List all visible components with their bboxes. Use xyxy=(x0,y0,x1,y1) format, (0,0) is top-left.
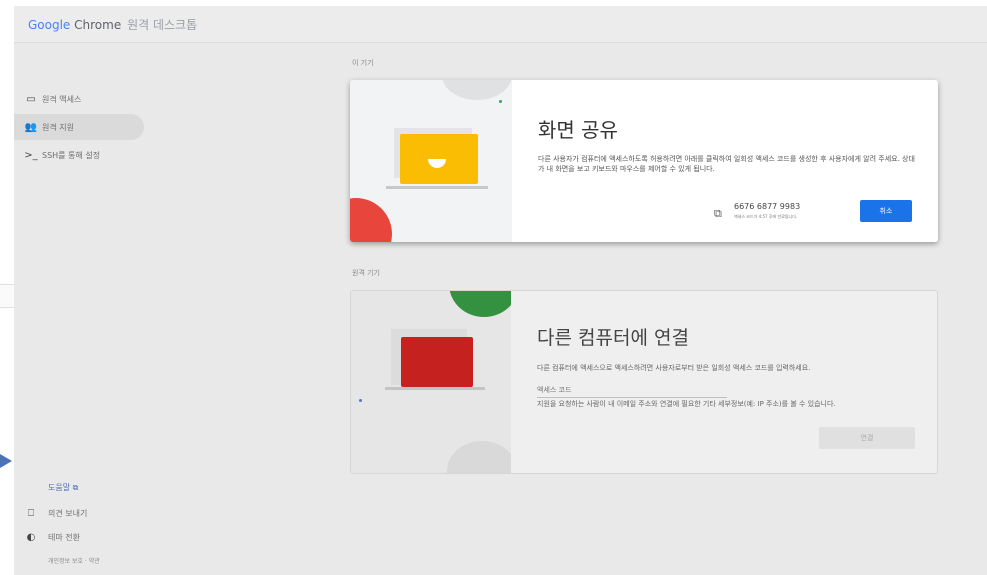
connect-hint: 지원을 요청하는 사람이 내 이메일 주소와 연결에 필요한 기타 세부정보(예… xyxy=(537,400,836,408)
feedback-icon: ⎕ xyxy=(28,508,34,519)
feedback-button[interactable]: ⎕ 의견 보내기 xyxy=(24,508,87,519)
feedback-label: 의견 보내기 xyxy=(48,509,88,518)
theme-label: 테마 전환 xyxy=(48,533,80,542)
decor-blob-red xyxy=(350,198,392,242)
laptop-screen xyxy=(401,337,473,387)
laptop-base xyxy=(386,186,488,189)
connect-title: 다른 컴퓨터에 연결 xyxy=(537,327,689,349)
laptop-base xyxy=(385,387,485,390)
code-expiry: 액세스 코드가 4:57 후에 만료됩니다. xyxy=(734,214,798,219)
cancel-button[interactable]: 취소 xyxy=(860,200,912,222)
decor-blob xyxy=(442,80,512,100)
share-illustration xyxy=(350,80,512,242)
dialog-title: 화면 공유 xyxy=(538,118,618,142)
sidebar-item-remote-support[interactable]: 👥 원격 지원 xyxy=(14,114,144,140)
remote-device-label: 원격 기기 xyxy=(352,269,380,277)
decor-dot xyxy=(499,100,502,103)
laptop-screen xyxy=(400,134,478,184)
copy-icon[interactable]: ⧉ xyxy=(714,207,722,221)
top-bar: Google Chrome 원격 데스크톱 xyxy=(14,6,987,43)
app-logo[interactable]: Google Chrome 원격 데스크톱 xyxy=(28,16,197,33)
access-code-input[interactable] xyxy=(537,383,727,398)
remote-desktop-app: Google Chrome 원격 데스크톱 ▭ 원격 액세스 👥 원격 지원 >… xyxy=(14,6,987,575)
connect-card: 다른 컴퓨터에 연결 다른 컴퓨터에 액세스으로 액세스하려면 사용자로부터 받… xyxy=(350,290,938,474)
this-device-label: 이 기기 xyxy=(352,59,374,67)
people-icon: 👥 xyxy=(24,121,38,133)
logo-chrome: Chrome xyxy=(74,18,122,32)
decor-blob-green xyxy=(449,291,511,317)
theme-icon: ◐ xyxy=(26,532,36,543)
decor-blob xyxy=(447,441,511,473)
sidebar-item-label: 원격 액세스 xyxy=(42,94,82,104)
laptop-icon: ▭ xyxy=(26,93,36,105)
sidebar-item-label: 원격 지원 xyxy=(42,122,74,132)
product-name: 원격 데스크톱 xyxy=(127,18,198,32)
sidebar-item-ssh[interactable]: >_ SSH를 통해 설정 xyxy=(14,142,144,168)
background-window-edge xyxy=(0,284,14,308)
pointer-arrow-icon xyxy=(0,454,12,468)
sidebar-item-label: SSH를 통해 설정 xyxy=(42,150,101,160)
connect-description: 다른 컴퓨터에 액세스으로 액세스하려면 사용자로부터 받은 일회성 액세스 코… xyxy=(537,364,811,372)
sidebar: ▭ 원격 액세스 👥 원격 지원 >_ SSH를 통해 설정 도움말 ⧉ ⎕ 의… xyxy=(14,42,154,575)
access-code: 6676 6877 9983 xyxy=(734,202,801,211)
terminal-icon: >_ xyxy=(24,149,38,161)
smile-icon xyxy=(428,159,446,168)
theme-toggle[interactable]: ◐ 테마 전환 xyxy=(24,532,80,543)
connect-illustration xyxy=(351,291,511,473)
dialog-description: 다른 사용자가 컴퓨터에 액세스하도록 허용하려면 아래를 클릭하여 일회성 액… xyxy=(538,155,915,173)
connect-button[interactable]: 연결 xyxy=(819,427,915,449)
legal-links[interactable]: 개인정보 보호 · 약관 xyxy=(48,556,100,565)
sidebar-item-remote-access[interactable]: ▭ 원격 액세스 xyxy=(14,86,144,112)
share-screen-dialog: 화면 공유 다른 사용자가 컴퓨터에 액세스하도록 허용하려면 아래를 클릭하여… xyxy=(350,80,938,242)
logo-google: Google xyxy=(28,18,71,32)
help-link[interactable]: 도움말 ⧉ xyxy=(48,482,78,493)
decor-dot xyxy=(359,399,362,402)
